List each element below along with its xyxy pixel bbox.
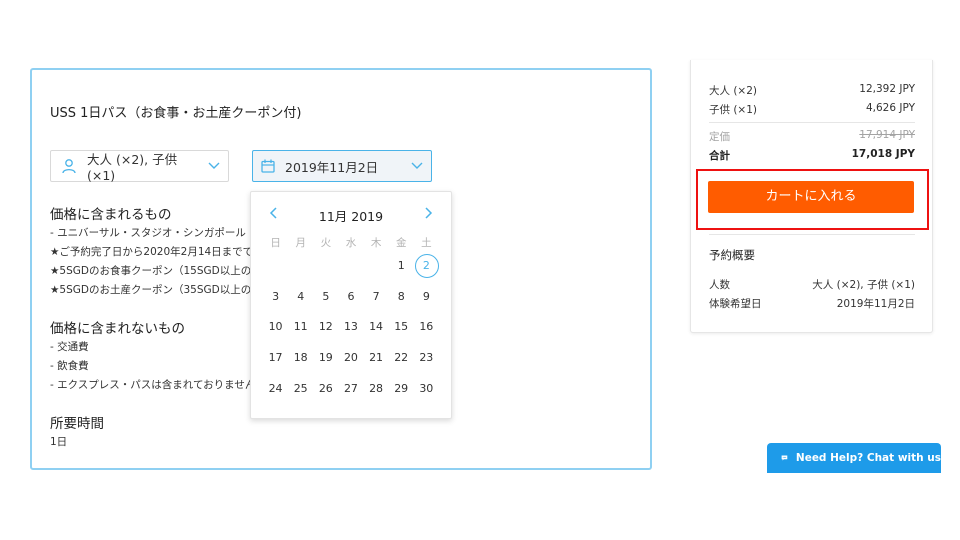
calendar-day[interactable]: 22 [389, 351, 414, 364]
overview-value: 2019年11月2日 [836, 298, 915, 310]
calendar-weekday: 土 [421, 236, 432, 249]
calendar-day[interactable]: 6 [338, 290, 363, 303]
included-line: - ユニバーサル・スタジオ・シンガポール (U [50, 227, 252, 239]
excluded-line: - 交通費 [50, 341, 89, 353]
overview-value: 大人 (×2), 子供 (×1) [812, 279, 915, 291]
help-chat-label: Need Help? Chat with us [795, 452, 941, 464]
passenger-select[interactable]: 大人 (×2), 子供 (×1) [50, 150, 229, 183]
overview-label: 体験希望日 [709, 298, 762, 310]
calendar-week-row: 17 18 19 20 21 22 23 [263, 342, 439, 373]
calendar-day[interactable]: 15 [389, 320, 414, 333]
calendar-icon [261, 159, 275, 173]
duration-value: 1日 [50, 436, 68, 448]
calendar-day[interactable]: 23 [414, 351, 439, 364]
calendar-day[interactable]: 11 [288, 320, 313, 333]
chat-bubble-icon [781, 455, 788, 461]
total-label: 合計 [709, 150, 730, 162]
help-chat-button[interactable]: Need Help? Chat with us [767, 443, 941, 473]
calendar-day[interactable]: 26 [313, 382, 338, 395]
product-title: USS 1日パス（お食事・お土産クーポン付) [50, 106, 302, 121]
calendar-day[interactable]: 5 [313, 290, 338, 303]
calendar-day[interactable]: 27 [338, 382, 363, 395]
calendar-day[interactable]: 8 [389, 290, 414, 303]
calendar-day[interactable]: 3 [263, 290, 288, 303]
calendar-day[interactable]: 9 [414, 290, 439, 303]
overview-heading: 予約概要 [709, 248, 755, 262]
calendar-weekday: 木 [370, 236, 382, 249]
calendar-day[interactable]: 17 [263, 351, 288, 364]
summary-row-child: 子供 (×1) 4,626 JPY [709, 102, 915, 117]
summary-row-label: 大人 (×2) [709, 85, 758, 97]
total-row: 合計 17,018 JPY [709, 148, 915, 163]
calendar-day[interactable]: 19 [313, 351, 338, 364]
calendar-day[interactable]: 25 [288, 382, 313, 395]
calendar-day[interactable]: 21 [364, 351, 389, 364]
page: USS 1日パス（お食事・お土産クーポン付) 大人 (×2), 子供 (×1) … [0, 0, 960, 540]
calendar-day[interactable]: 28 [364, 382, 389, 395]
calendar-week-row: 10 11 12 13 14 15 16 [263, 311, 439, 342]
calendar-week-row: 3456789 [263, 281, 439, 312]
calendar-week-row: 24 25 26 27 28 29 30 [263, 373, 439, 404]
calendar-day[interactable]: 18 [288, 351, 313, 364]
included-line: ★5SGDのお食事クーポン（15SGD以上のお [50, 265, 252, 277]
chevron-right-icon[interactable] [421, 206, 435, 220]
excluded-line: - エクスプレス・パスは含まれておりません。 [50, 379, 252, 391]
calendar-week-row: 12 [263, 250, 440, 281]
calendar-grid: 日月火水木金土 1 2 3 4 5 6 7 8 9 10 11 12 13 14 15 16 17 18 19 20 21… [263, 234, 440, 404]
calendar-weekday: 水 [345, 236, 357, 249]
duration-heading: 所要時間 [50, 416, 104, 432]
summary-row-value: 12,392 JPY [859, 83, 915, 95]
add-to-cart-button[interactable]: カートに入れる [708, 181, 914, 213]
excluded-line: - 飲食費 [50, 360, 89, 372]
date-picker-calendar: 11月 2019 日月火水木金土 1 2 3 4 5 6 7 8 9 10 11 12 13 14 15 16 1… [250, 191, 452, 419]
calendar-day[interactable]: 1 [389, 259, 414, 272]
divider [709, 234, 915, 235]
divider [709, 122, 915, 123]
calendar-day[interactable]: 4 [288, 290, 313, 303]
calendar-day[interactable]: 7 [364, 290, 389, 303]
included-line: ★5SGDのお土産クーポン（35SGD以上のお [50, 284, 252, 296]
date-select-value: 2019年11月2日 [285, 159, 379, 175]
person-icon [62, 159, 76, 174]
calendar-weekday: 日 [270, 236, 281, 249]
included-heading: 価格に含まれるもの [50, 207, 172, 223]
calendar-day[interactable]: 2 [414, 254, 440, 279]
calendar-weekday: 火 [320, 236, 332, 249]
total-value: 17,018 JPY [851, 148, 915, 160]
list-price-row: 定価 17,914 JPY [709, 129, 915, 144]
calendar-day[interactable]: 12 [313, 320, 338, 333]
calendar-weekday: 月 [295, 236, 306, 249]
list-price-label: 定価 [709, 131, 730, 143]
calendar-day[interactable]: 14 [364, 320, 389, 333]
calendar-day[interactable]: 24 [263, 382, 288, 395]
calendar-day[interactable]: 10 [263, 320, 288, 333]
summary-row-adult: 大人 (×2) 12,392 JPY [709, 83, 915, 98]
calendar-day[interactable]: 29 [389, 382, 414, 395]
calendar-day[interactable]: 13 [338, 320, 363, 333]
excluded-heading: 価格に含まれないもの [50, 321, 185, 337]
passenger-select-value: 大人 (×2), 子供 (×1) [87, 152, 178, 183]
date-select[interactable]: 2019年11月2日 [252, 150, 432, 182]
summary-row-label: 子供 (×1) [709, 104, 758, 116]
list-price-value: 17,914 JPY [859, 129, 915, 141]
calendar-weekday-row: 日 月 火水木金 土 [263, 234, 439, 250]
calendar-weekday: 金 [395, 236, 407, 249]
calendar-day[interactable]: 16 [414, 320, 439, 333]
calendar-day[interactable]: 30 [414, 382, 439, 395]
overview-label: 人数 [709, 279, 730, 291]
summary-row-value: 4,626 JPY [865, 102, 915, 114]
calendar-header: 11月 2019 [251, 204, 451, 224]
chevron-down-icon [411, 162, 423, 169]
calendar-day[interactable]: 20 [338, 351, 363, 364]
overview-row-date: 体験希望日 2019年11月2日 [709, 296, 915, 311]
overview-row-pax: 人数 大人 (×2), 子供 (×1) [709, 277, 915, 292]
included-line: ★ご予約完了日から2020年2月14日までであ [50, 246, 252, 258]
chevron-down-icon [208, 162, 220, 169]
